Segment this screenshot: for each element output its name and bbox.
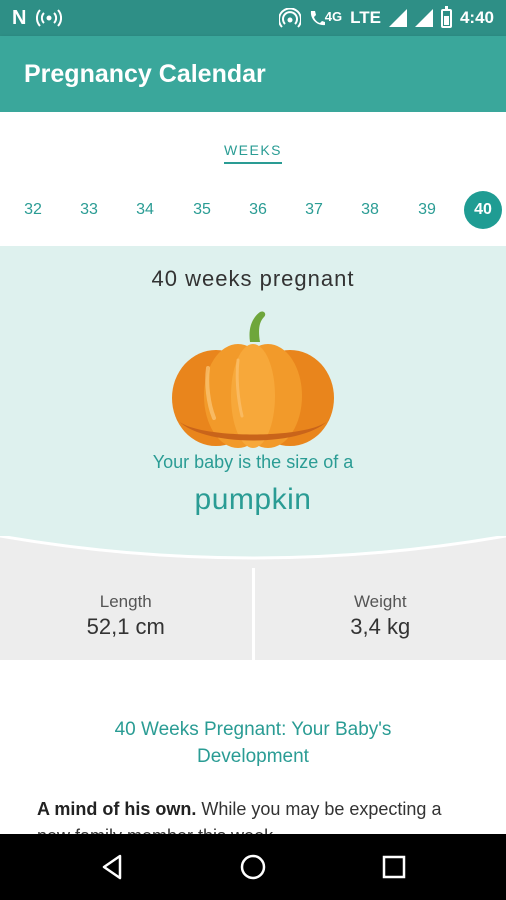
length-stat: Length 52,1 cm (0, 568, 252, 660)
week-selector: WEEKS 32 33 34 35 36 37 38 39 40 (0, 112, 506, 246)
week-row: 32 33 34 35 36 37 38 39 40 (0, 191, 506, 229)
week-item-37[interactable]: 37 (295, 191, 333, 229)
hotspot-icon (278, 8, 301, 28)
development-article: 40 Weeks Pregnant: Your Baby's Developme… (0, 660, 506, 834)
week-item-40-selected[interactable]: 40 (464, 191, 502, 229)
length-value: 52,1 cm (86, 614, 165, 639)
weeks-pregnant-heading: 40 weeks pregnant (151, 266, 355, 291)
signal-icon (388, 9, 407, 27)
navigation-bar (0, 834, 506, 900)
week-item-39[interactable]: 39 (408, 191, 446, 229)
call-4g-icon: 4G (309, 9, 342, 27)
status-bar: N 4G LTE 4:40 (0, 0, 506, 36)
baby-size-fruit: pumpkin (194, 483, 312, 516)
pumpkin-icon (172, 311, 334, 448)
week-item-35[interactable]: 35 (183, 191, 221, 229)
recents-icon[interactable] (379, 852, 409, 882)
baby-stats: Length 52,1 cm Weight 3,4 kg (0, 568, 506, 660)
week-item-32[interactable]: 32 (14, 191, 52, 229)
weight-stat: Weight 3,4 kg (251, 568, 506, 660)
radio-waves-icon (36, 9, 63, 27)
weight-label: Weight (353, 592, 407, 611)
article-title: 40 Weeks Pregnant: Your Baby's Developme… (114, 719, 392, 767)
length-label: Length (99, 592, 152, 611)
article-body: A mind of his own. While you may be expe… (37, 796, 477, 834)
home-icon[interactable] (238, 852, 268, 882)
clock: 4:40 (459, 8, 494, 27)
week-item-34[interactable]: 34 (126, 191, 164, 229)
weight-value: 3,4 kg (350, 614, 411, 639)
lte-label: LTE (350, 8, 381, 27)
tab-weeks-label: WEEKS (223, 142, 283, 164)
week-item-38[interactable]: 38 (351, 191, 389, 229)
app-title: Pregnancy Calendar (24, 59, 266, 88)
n-notification-icon: N (12, 6, 27, 29)
tab-weeks[interactable]: WEEKS (0, 142, 506, 164)
baby-size-caption: Your baby is the size of a (152, 452, 354, 472)
baby-size-card: 40 weeks pregnant Your baby is the size … (0, 246, 506, 576)
article-lead: A mind of his own. (37, 799, 197, 819)
battery-icon (440, 5, 452, 28)
signal-icon-2 (414, 9, 433, 27)
week-item-33[interactable]: 33 (70, 191, 108, 229)
week-item-36[interactable]: 36 (239, 191, 277, 229)
back-icon[interactable] (98, 852, 128, 882)
app-bar: Pregnancy Calendar (0, 36, 506, 112)
